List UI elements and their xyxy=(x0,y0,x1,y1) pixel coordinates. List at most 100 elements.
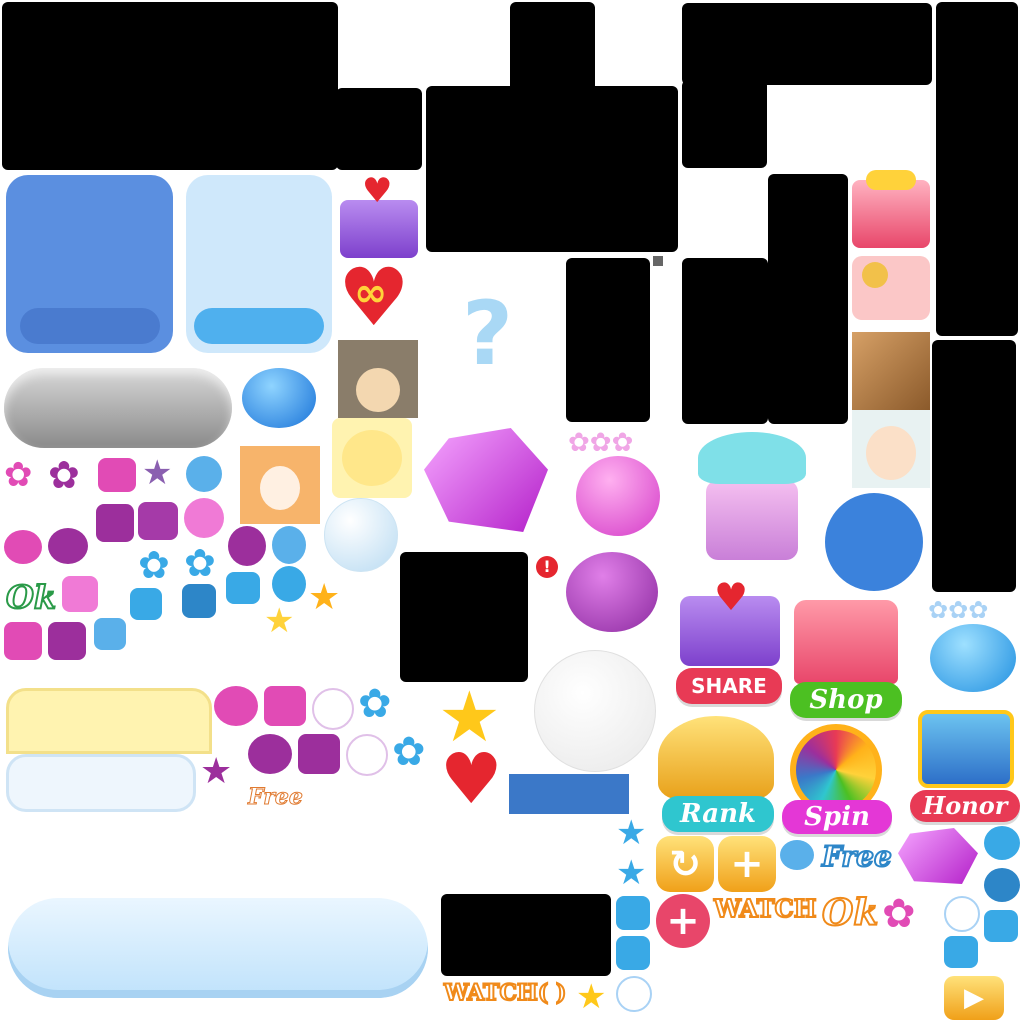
donut-purple-icon xyxy=(48,528,88,564)
share-heart-icon: ♥ xyxy=(714,575,749,619)
pinwheel-blue-icon-2: ✿ xyxy=(184,541,216,585)
white-circle xyxy=(312,688,354,730)
shell-blue-icon xyxy=(272,526,306,564)
star-blue-icon-2: ★ xyxy=(616,853,647,893)
shell-purple-icon xyxy=(228,526,266,566)
blue-drip-candy xyxy=(226,572,260,604)
boy-avatar-icon xyxy=(240,446,320,524)
blue-small-candy xyxy=(94,618,126,650)
watch-orange-label: WATCH xyxy=(713,893,817,924)
gift-box-pink-icon xyxy=(852,180,930,248)
alert-glyph: ! xyxy=(543,557,551,576)
light-blue-pill[interactable] xyxy=(8,898,428,998)
play-button[interactable]: ▶ xyxy=(944,976,1004,1020)
pinwheel-blue-icon: ✿ xyxy=(138,543,170,587)
infinity-glyph: ∞ xyxy=(354,270,388,316)
masked-region-8 xyxy=(768,174,848,424)
heart-icon: ♥ xyxy=(440,738,503,820)
ok-green-label: Ok xyxy=(5,577,57,617)
free-blue-label: Free xyxy=(821,839,893,874)
blue-dice-candy xyxy=(182,584,216,618)
white-circle-right xyxy=(944,896,980,932)
masked-region-13 xyxy=(441,894,611,976)
plus-pink-button[interactable]: + xyxy=(656,894,710,948)
button-blue-icon[interactable] xyxy=(930,624,1016,692)
masked-region-2 xyxy=(336,88,422,170)
paw-blue-icon-2: ✿ xyxy=(392,729,426,775)
blue-drip-candy-right xyxy=(984,910,1018,942)
pink-candy-square xyxy=(98,458,136,492)
shell-cyan-icon xyxy=(272,566,306,602)
glasses-face xyxy=(866,426,916,480)
donut-blue-icon xyxy=(186,456,222,492)
retry-button[interactable]: ↻ xyxy=(656,836,714,892)
pink-dice-candy xyxy=(4,622,42,660)
paw-blue-icon: ✿ xyxy=(358,681,392,727)
light-blue-panel xyxy=(186,175,332,353)
blue-drip-candy-right-2 xyxy=(944,936,978,968)
purple-candy-square xyxy=(96,504,134,542)
blue-rectangle xyxy=(509,774,629,814)
flower-cluster-blue-icon: ✿✿✿ xyxy=(928,596,989,624)
star-yellow-small-2: ★ xyxy=(308,577,341,618)
white-circle-blue xyxy=(616,976,652,1012)
blue-panel-footer xyxy=(20,308,160,344)
masked-region-10 xyxy=(566,258,650,422)
rank-button[interactable]: Rank xyxy=(662,796,774,832)
purple-smile-candy xyxy=(248,734,292,774)
question-icon: ? xyxy=(462,282,514,385)
white-circle-2 xyxy=(346,734,388,776)
masked-region-9 xyxy=(682,258,768,424)
gray-pill-button[interactable] xyxy=(4,368,232,448)
light-blue-panel-footer xyxy=(194,308,324,344)
play-icon: ▶ xyxy=(964,983,984,1013)
blue-circle xyxy=(825,493,923,591)
plus-yellow-button[interactable]: + xyxy=(718,836,776,892)
retry-icon: ↻ xyxy=(669,842,701,886)
masked-region-3 xyxy=(510,2,595,92)
shop-button[interactable]: Shop xyxy=(790,682,902,718)
button-purple-icon[interactable] xyxy=(566,552,658,632)
button-pink-icon[interactable] xyxy=(576,456,660,536)
dog-face xyxy=(342,430,402,486)
blue-round-button[interactable] xyxy=(242,368,316,428)
spin-button[interactable]: Spin xyxy=(782,800,892,834)
calendar-icon xyxy=(852,256,930,320)
free-small-label: Free xyxy=(248,784,304,811)
purple-drip-candy xyxy=(138,502,178,540)
flower-purple-icon: ✿ xyxy=(48,453,80,497)
small-gray-square xyxy=(653,256,663,266)
star-purple-icon: ★ xyxy=(142,453,173,493)
trophy-icon xyxy=(658,716,774,800)
blue-panel xyxy=(6,175,173,353)
honor-button[interactable]: Honor xyxy=(910,790,1020,822)
cake-bow-icon xyxy=(690,432,814,564)
masked-region-4 xyxy=(426,86,678,252)
masked-region-5 xyxy=(682,3,932,85)
cake-body xyxy=(706,480,798,560)
star-yellow-small: ★ xyxy=(264,601,295,641)
dog-avatar-icon xyxy=(332,418,412,498)
blue-smile-candy-2 xyxy=(984,868,1020,902)
blue-cage-candy xyxy=(616,896,650,930)
watch-bottom-label: WATCH( ) xyxy=(443,979,567,1007)
flower-cluster-icon: ✿✿✿ xyxy=(568,428,634,458)
purple-cage-candy xyxy=(298,734,340,774)
gem-small-icon xyxy=(898,828,978,884)
pink-smile-candy xyxy=(214,686,258,726)
blue-square-candy xyxy=(130,588,162,620)
cake-bow xyxy=(698,432,806,484)
gift-heart-icon: ♥ xyxy=(362,171,393,211)
star-gold-small: ★ xyxy=(576,977,607,1017)
ok-orange-label: Ok xyxy=(821,891,879,935)
glasses-avatar-icon xyxy=(852,410,930,488)
share-button[interactable]: SHARE xyxy=(676,668,782,704)
chest-icon xyxy=(918,710,1014,788)
gem-icon xyxy=(424,428,548,532)
gift-bow-yellow xyxy=(866,170,916,190)
blue-cage-candy-2 xyxy=(616,936,650,970)
shop-icon xyxy=(794,600,898,684)
star-purple-icon-2: ★ xyxy=(200,751,233,792)
light-panel xyxy=(6,754,196,812)
flower-icon: ✿ xyxy=(4,455,33,495)
